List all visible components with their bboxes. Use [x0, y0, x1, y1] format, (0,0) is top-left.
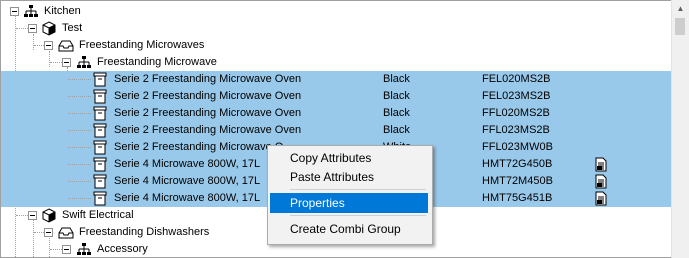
product-name: Serie 2 Freestanding Microwave Oven	[114, 90, 302, 102]
product-code: HMT72G450B	[482, 158, 553, 170]
node-label: Test	[62, 22, 83, 34]
tree-connector	[68, 79, 91, 80]
product-name: Serie 2 Freestanding Microwave Oven	[114, 73, 302, 85]
menu-separator	[290, 215, 426, 216]
product-name: Serie 4 Microwave 800W, 17L	[114, 158, 261, 170]
document-icon[interactable]	[594, 191, 608, 206]
product-box-icon	[92, 157, 108, 172]
collapse-toggle[interactable]	[28, 24, 37, 33]
node-label: Accessory	[97, 243, 148, 255]
collapse-toggle[interactable]	[62, 245, 71, 254]
cube-icon	[42, 21, 56, 36]
scroll-up-arrow-icon[interactable]: ▲	[672, 0, 689, 17]
product-box-icon	[92, 123, 108, 138]
product-row[interactable]: Serie 2 Freestanding Microwave Oven Black…	[1, 71, 671, 88]
tree-connector	[34, 45, 44, 46]
product-name: Serie 4 Microwave 800W, 17L	[114, 175, 261, 187]
document-icon[interactable]	[594, 174, 608, 189]
collapse-toggle[interactable]	[62, 58, 71, 67]
tray-icon	[58, 40, 74, 52]
menu-separator	[290, 189, 426, 190]
tree-node-freestanding-microwave[interactable]: Freestanding Microwave	[1, 54, 671, 71]
product-name: Serie 2 Freestanding Microwave O	[114, 141, 284, 153]
tray-icon	[58, 227, 74, 239]
tree-node-kitchen[interactable]: Kitchen	[1, 3, 671, 20]
product-color: Black	[383, 73, 410, 85]
product-row[interactable]: Serie 2 Freestanding Microwave Oven Black…	[1, 88, 671, 105]
product-name: Serie 2 Freestanding Microwave Oven	[114, 107, 302, 119]
hierarchy-icon	[77, 56, 91, 68]
cube-icon	[42, 208, 56, 223]
product-code: HMT72M450B	[482, 175, 553, 187]
tree-connector	[68, 164, 91, 165]
collapse-toggle[interactable]	[10, 7, 19, 16]
product-code: HMT75G451B	[482, 192, 553, 204]
product-code: FFL023MW0B	[482, 141, 553, 153]
tree-connector	[68, 181, 91, 182]
product-code: FFL023MS2B	[482, 124, 550, 136]
collapse-toggle[interactable]	[28, 211, 37, 220]
hierarchy-icon	[24, 5, 38, 17]
product-box-icon	[92, 89, 108, 104]
tree-node-freestanding-microwaves[interactable]: Freestanding Microwaves	[1, 37, 671, 54]
menu-item-properties[interactable]: Properties	[270, 193, 428, 213]
tree-connector	[34, 232, 44, 233]
product-code: FFL020MS2B	[482, 107, 550, 119]
node-label: Freestanding Microwave	[97, 56, 217, 68]
tree-connector	[50, 62, 62, 63]
tree-connector	[50, 249, 62, 250]
tree-connector	[16, 28, 28, 29]
tree-connector	[68, 113, 91, 114]
node-label: Freestanding Microwaves	[79, 39, 205, 51]
tree-connector	[68, 96, 91, 97]
tree-connector	[68, 198, 91, 199]
product-code: FEL023MS2B	[482, 90, 551, 102]
tree-connector	[68, 147, 91, 148]
product-box-icon	[92, 174, 108, 189]
product-box-icon	[92, 106, 108, 121]
document-icon[interactable]	[594, 157, 608, 172]
tree-connector	[68, 130, 91, 131]
menu-item-copy-attributes[interactable]: Copy Attributes	[270, 148, 428, 168]
hierarchy-icon	[77, 243, 91, 255]
product-box-icon	[92, 72, 108, 87]
product-code: FEL020MS2B	[482, 73, 551, 85]
collapse-toggle[interactable]	[44, 228, 53, 237]
product-name: Serie 2 Freestanding Microwave Oven	[114, 124, 302, 136]
product-row[interactable]: Serie 2 Freestanding Microwave Oven Black…	[1, 122, 671, 139]
product-color: Black	[383, 90, 410, 102]
node-label: Freestanding Dishwashers	[79, 226, 210, 238]
collapse-toggle[interactable]	[44, 41, 53, 50]
vertical-scrollbar[interactable]: ▲	[671, 0, 689, 258]
scrollbar-thumb[interactable]	[675, 18, 685, 35]
menu-item-create-combi-group[interactable]: Create Combi Group	[270, 219, 428, 239]
context-menu: Copy Attributes Paste Attributes Propert…	[267, 145, 433, 245]
product-name: Serie 4 Microwave 800W, 17L	[114, 192, 261, 204]
product-box-icon	[92, 191, 108, 206]
menu-item-paste-attributes[interactable]: Paste Attributes	[270, 167, 428, 187]
tree-node-test[interactable]: Test	[1, 20, 671, 37]
node-label: Kitchen	[44, 5, 81, 17]
product-color: Black	[383, 107, 410, 119]
tree-connector	[16, 215, 28, 216]
product-color: Black	[383, 124, 410, 136]
node-label: Swift Electrical	[62, 209, 134, 221]
product-box-icon	[92, 140, 108, 155]
product-row[interactable]: Serie 2 Freestanding Microwave Oven Black…	[1, 105, 671, 122]
